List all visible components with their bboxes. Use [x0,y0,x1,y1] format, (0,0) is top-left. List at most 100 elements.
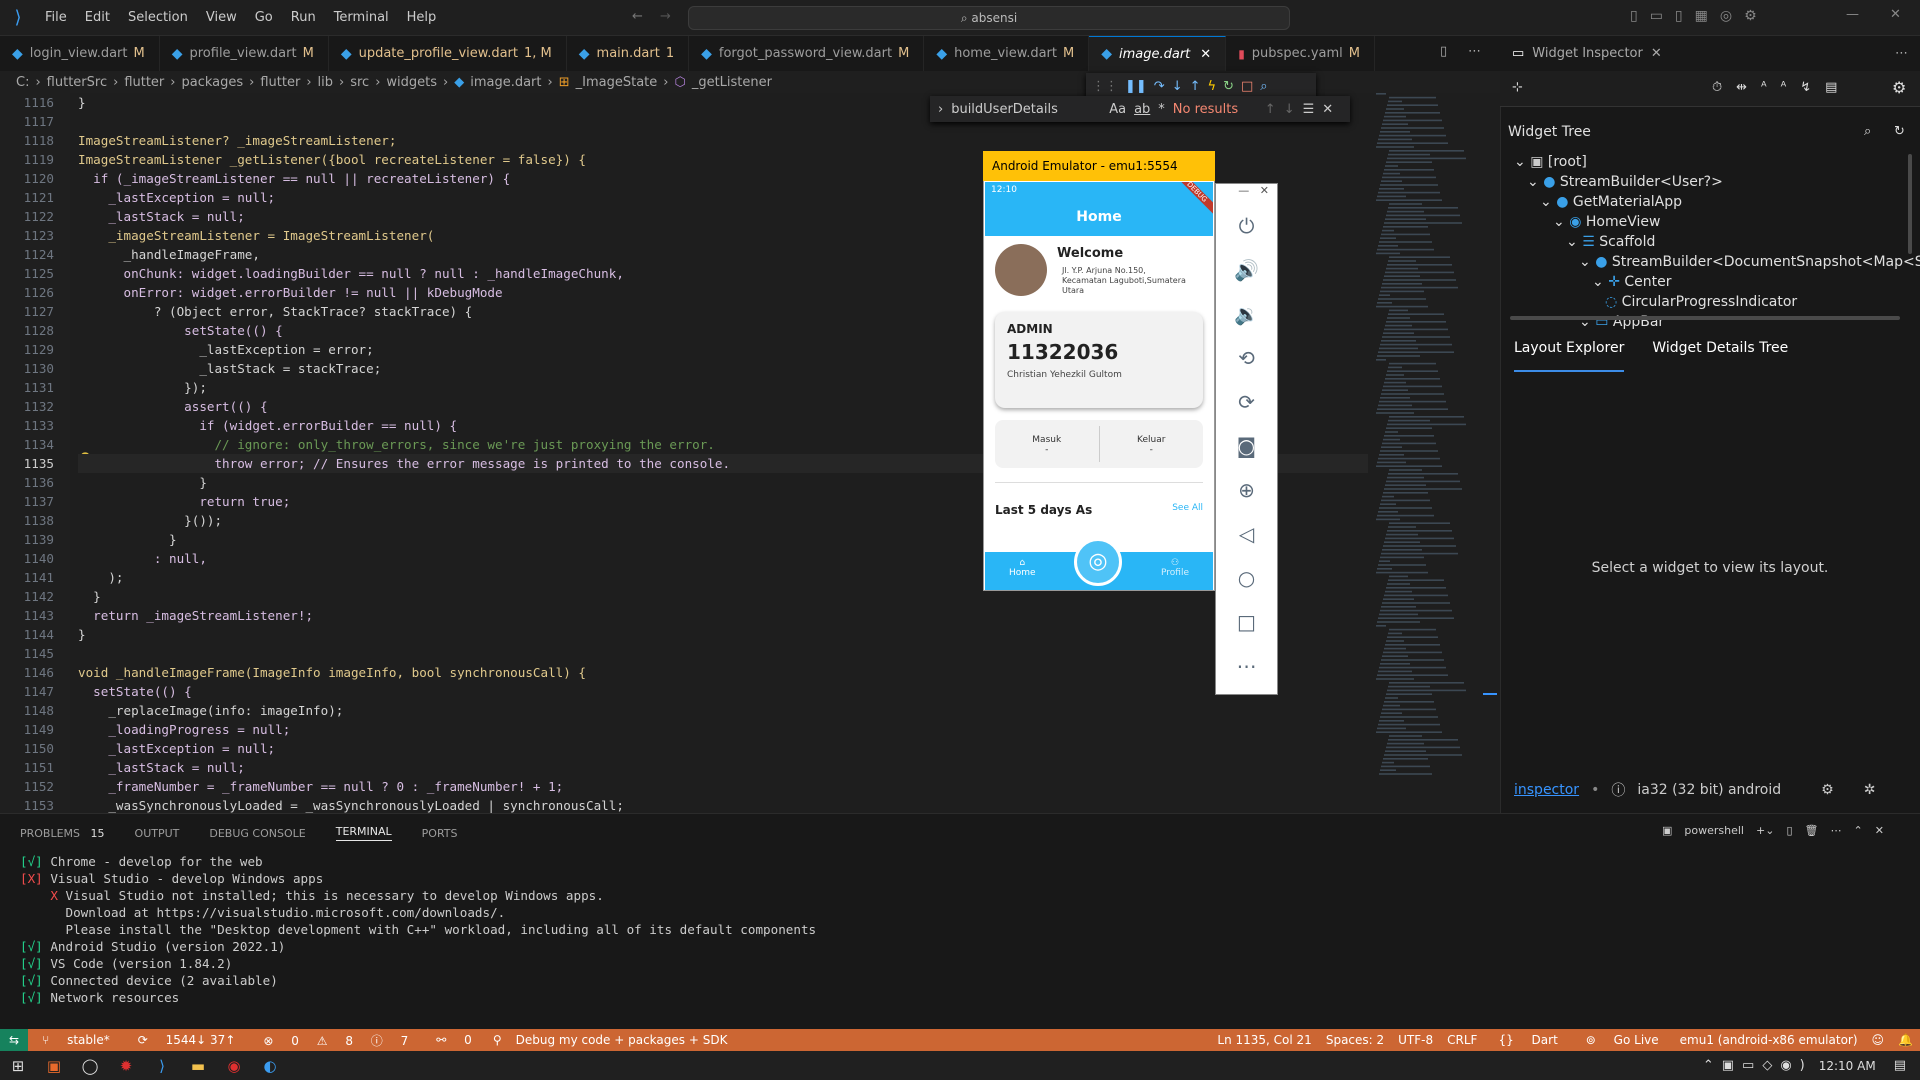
breadcrumb-item[interactable]: _getListener [692,75,772,90]
see-all-link[interactable]: See All [1172,503,1203,517]
windows-start-icon[interactable]: ⊞ [0,1057,36,1075]
line-ending[interactable]: CRLF [1440,1033,1484,1047]
menu-edit[interactable]: Edit [76,10,119,25]
ports-item[interactable]: ⚯ 0 [422,1033,486,1047]
tab-forgot-password-view[interactable]: ◆ forgot_password_view.dart M [689,36,925,71]
code-line[interactable]: _lastStack = null; [78,758,1368,777]
tab-update-profile-view[interactable]: ◆ update_profile_view.dart 1, M [329,36,567,71]
vscode-taskbar-icon[interactable]: ⟩ [144,1057,180,1075]
tab-layout-explorer[interactable]: Layout Explorer [1514,340,1625,372]
drag-handle-icon[interactable]: ⋮⋮ [1092,79,1118,94]
trash-icon[interactable]: 🗑 [1805,824,1819,837]
menu-help[interactable]: Help [398,10,446,25]
menu-file[interactable]: File [36,10,76,25]
tree-node[interactable]: ⌄ ✛ Center [1500,272,1920,292]
code-line[interactable]: setState(() { [78,682,1368,701]
widget-inspector-tab[interactable]: ▭ Widget Inspector ✕ ⋯ [1500,36,1920,71]
tree-node[interactable]: ◌ CircularProgressIndicator [1500,292,1920,312]
tab-terminal[interactable]: TERMINAL [335,825,392,841]
breadcrumb-item[interactable]: lib [318,75,333,90]
rotate-right-icon[interactable]: ⟳ [1216,380,1277,424]
chevron-down-icon[interactable]: ⌄ [1553,214,1569,230]
find-input[interactable]: buildUserDetails [951,102,1101,117]
tree-vertical-scrollbar[interactable] [1908,154,1912,254]
terminal-output[interactable]: [√] Chrome - develop for the web [X] Visu… [20,853,1500,1023]
find-in-selection-icon[interactable]: ☰ [1303,102,1315,117]
tab-debug-console[interactable]: DEBUG CONSOLE [209,827,305,840]
breadcrumb-item[interactable]: packages [181,75,243,90]
code-line[interactable] [78,644,1368,663]
app-icon[interactable]: ▣ [36,1057,72,1075]
sync-item[interactable]: ⟳ 1544↓ 37↑ [124,1033,250,1047]
power-icon[interactable]: ⏻ [1216,204,1277,248]
inspector-option-icons[interactable]: ⏱⇹ᴬᴬ↯▤ [1712,80,1851,95]
back-icon[interactable]: ◁ [1216,512,1277,556]
next-match-icon[interactable]: ↓ [1284,102,1295,117]
chevron-down-icon[interactable]: ⌄ [1566,234,1582,250]
overview-icon[interactable]: □ [1216,600,1277,644]
language-mode[interactable]: {} Dart [1484,1033,1571,1047]
tab-image[interactable]: ◆ image.dart ✕ [1089,36,1227,71]
opera-icon[interactable]: ◉ [216,1057,252,1075]
restart-icon[interactable]: ↻ [1223,79,1234,94]
more-actions-icon[interactable]: ⋯ [1468,44,1481,59]
command-center[interactable]: ⌕ absensi [688,6,1290,30]
maximize-panel-icon[interactable]: ⌃ [1853,824,1862,837]
previous-match-icon[interactable]: ↑ [1265,102,1276,117]
menu-selection[interactable]: Selection [119,10,197,25]
copilot-icon[interactable]: ☺ [1865,1033,1892,1047]
close-inspector-icon[interactable]: ✕ [1651,46,1662,61]
device-selector[interactable]: emu1 (android-x86 emulator) [1673,1033,1865,1047]
code-line[interactable]: void _handleImageFrame(ImageInfo imageIn… [78,663,1368,682]
step-out-icon[interactable]: ↑ [1190,79,1201,94]
camera-icon[interactable]: ◙ [1216,424,1277,468]
encoding[interactable]: UTF-8 [1391,1033,1440,1047]
close-tab-icon[interactable]: ✕ [1200,47,1211,62]
settings-icon[interactable]: ⚙ [1821,782,1834,798]
code-line[interactable]: _loadingProgress = null; [78,720,1368,739]
tree-node[interactable]: ⌄ ◉ HomeView [1500,212,1920,232]
close-panel-icon[interactable]: ✕ [1875,824,1884,837]
minimize-icon[interactable]: — [1846,7,1859,22]
avatar[interactable] [995,244,1047,296]
tree-node[interactable]: ⌄ ▣ [root] [1500,152,1920,172]
nav-forward-icon[interactable]: → [660,9,671,24]
tree-node[interactable]: ⌄ ▭ AppBar [1500,312,1920,332]
nav-back-icon[interactable]: ← [632,9,643,24]
indentation[interactable]: Spaces: 2 [1319,1033,1391,1047]
close-window-icon[interactable]: ✕ [1890,7,1901,22]
game-icon[interactable]: ✹ [108,1057,144,1075]
tab-problems[interactable]: PROBLEMS 15 [20,827,105,840]
tree-node[interactable]: ⌄ ● StreamBuilder<User?> [1500,172,1920,192]
nav-home[interactable]: ⌂ Home [1009,552,1036,590]
bell-icon[interactable]: 🔔 [1891,1033,1920,1047]
system-tray-icons[interactable]: ⌃▣▭◇◉) [1703,1058,1813,1073]
whole-word-toggle[interactable]: ab [1134,102,1150,117]
circle-app-icon[interactable]: ◯ [72,1057,108,1075]
tab-pubspec[interactable]: ▮ pubspec.yaml M [1226,36,1375,71]
tab-output[interactable]: OUTPUT [135,827,180,840]
select-widget-icon[interactable]: ⊹ [1512,80,1523,95]
menu-terminal[interactable]: Terminal [325,10,398,25]
emu-minimize-icon[interactable]: — [1238,184,1249,197]
file-explorer-icon[interactable]: ▬ [180,1057,216,1075]
shell-name[interactable]: powershell [1684,824,1744,837]
breadcrumb-item[interactable]: flutter [124,75,164,90]
layout-toggle-icons[interactable]: ▯▭▯▦◎⚙ [1630,8,1769,24]
remote-icon[interactable]: ⇆ [0,1029,29,1051]
menu-go[interactable]: Go [246,10,282,25]
debug-mode[interactable]: Debug my code + packages + SDK [509,1033,735,1047]
tab-home-view[interactable]: ◆ home_view.dart M [924,36,1090,71]
step-over-icon[interactable]: ↷ [1154,79,1165,94]
bug-icon[interactable]: ✲ [1864,782,1876,798]
breadcrumb-item[interactable]: flutter [260,75,300,90]
stop-icon[interactable]: □ [1241,79,1253,94]
flutter-icon[interactable]: ◐ [252,1057,288,1075]
nav-profile[interactable]: ⚇ Profile [1161,552,1189,590]
pause-icon[interactable]: ❚❚ [1125,79,1147,94]
chevron-down-icon[interactable]: ⌄ [1592,274,1608,290]
chevron-down-icon[interactable]: ⌄ [1579,254,1595,270]
clock[interactable]: 12:10 AM [1819,1059,1876,1073]
split-terminal-icon[interactable]: ▯ [1786,824,1792,837]
volume-up-icon[interactable]: 🔊 [1216,248,1277,292]
